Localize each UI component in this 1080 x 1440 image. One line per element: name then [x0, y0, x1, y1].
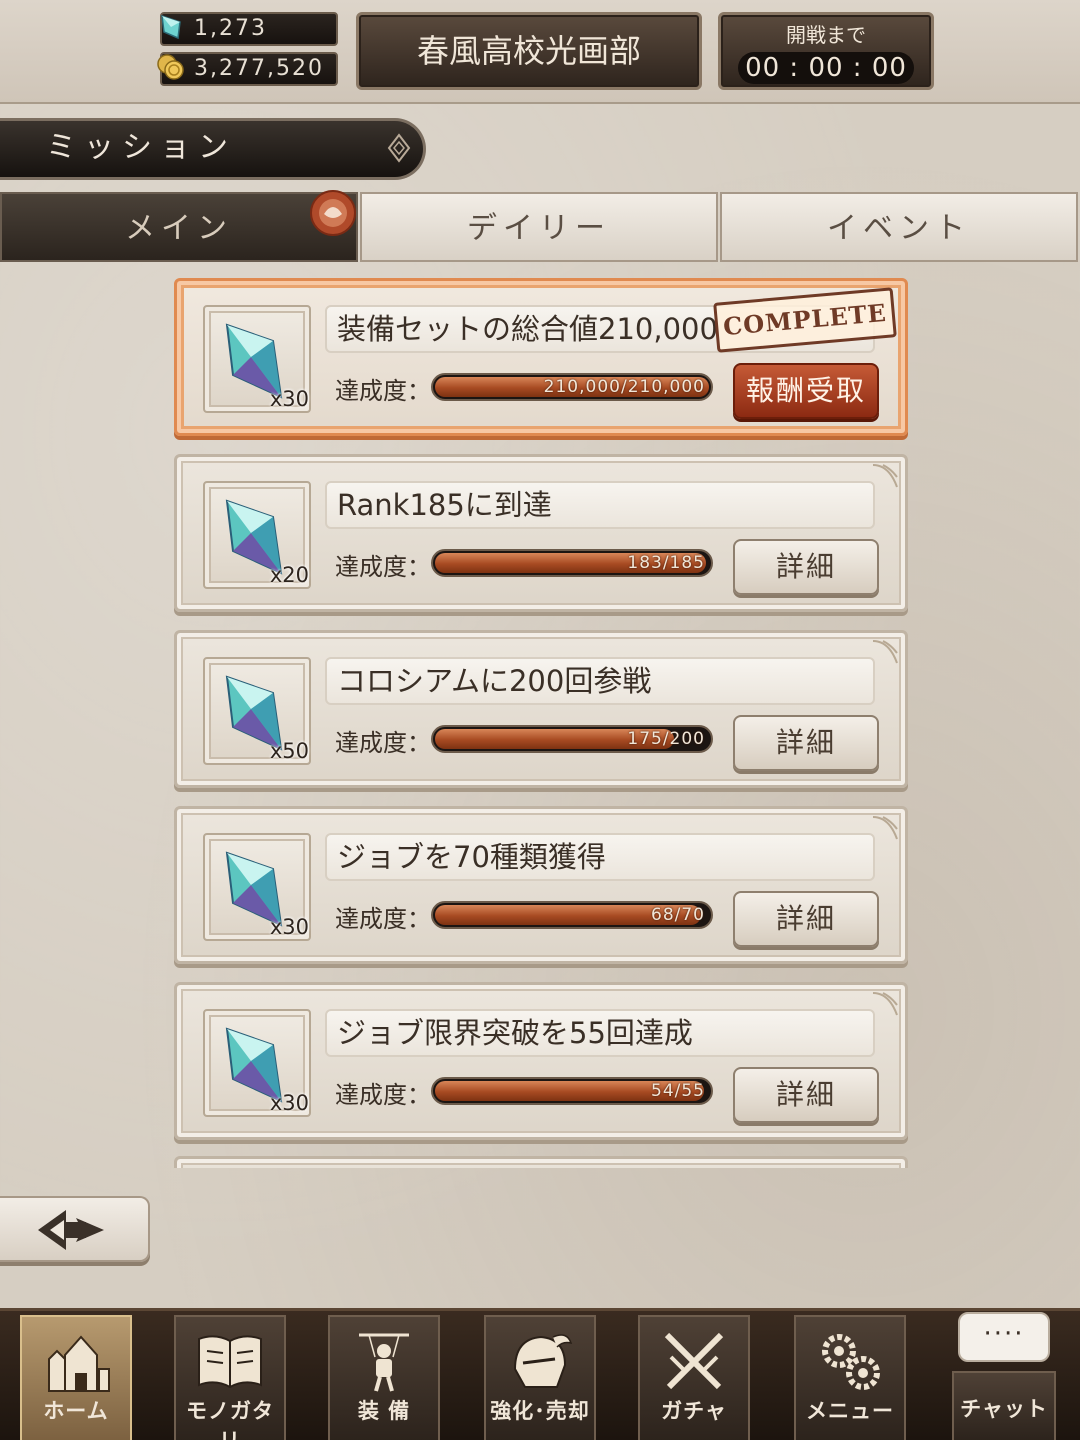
back-button[interactable]	[0, 1196, 150, 1262]
progress-label: 達成度：	[335, 1081, 431, 1109]
gem-icon	[161, 14, 181, 40]
reward-slot: x30	[203, 833, 311, 941]
guild-name-plate[interactable]: 春風高校光画部	[356, 12, 702, 90]
progress-bar: 183/185	[431, 549, 713, 577]
gold-counter: 3,277,520	[157, 52, 338, 86]
battle-timer: 開戦まで 00 : 00 : 00	[718, 12, 934, 90]
tab-event[interactable]: イベント	[720, 192, 1078, 262]
castle-icon	[48, 1335, 110, 1392]
progress-label: 達成度：	[335, 553, 431, 581]
tab-main[interactable]: メイン	[0, 192, 358, 262]
crossed-swords-icon	[664, 1332, 724, 1390]
mission-list[interactable]: x30 装備セットの総合値210,000 COMPLETE 達成度： 210,0…	[0, 270, 1080, 1168]
timer-value: 00 : 00 : 00	[738, 52, 914, 84]
mission-card: x20 Rank185に到達 達成度： 183/185 詳細	[174, 454, 908, 612]
progress-text: 54/55	[651, 1081, 705, 1101]
nav-gacha-label: ガチャ	[661, 1399, 727, 1423]
mission-card: x30 ジョブを70種類獲得 達成度： 68/70 詳細	[174, 806, 908, 964]
reward-slot: x30	[203, 305, 311, 413]
reward-quantity: x20	[269, 563, 309, 587]
progress-text: 175/200	[627, 729, 705, 749]
nav-enhance-label: 強化･売却	[490, 1399, 590, 1423]
notification-seal-icon	[310, 190, 356, 236]
nav-enhance[interactable]: 強化･売却	[484, 1315, 596, 1440]
reward-quantity: x50	[269, 739, 309, 763]
reward-quantity: x30	[269, 1091, 309, 1115]
nav-menu[interactable]: メニュー	[794, 1315, 906, 1440]
progress-label: 達成度：	[335, 377, 431, 405]
progress-label: 達成度：	[335, 729, 431, 757]
progress-label: 達成度：	[335, 905, 431, 933]
claim-reward-button[interactable]: 報酬受取	[733, 363, 879, 419]
progress-text: 183/185	[627, 553, 705, 573]
mission-tabs: メイン デイリー イベント	[0, 190, 1080, 262]
puppet-icon	[359, 1333, 409, 1392]
progress-bar: 54/55	[431, 1077, 713, 1105]
progress-bar: 210,000/210,000	[431, 373, 713, 401]
detail-button[interactable]: 詳細	[733, 891, 879, 947]
corner-ornament-icon	[872, 992, 898, 1016]
progress-bar: 68/70	[431, 901, 713, 929]
detail-button[interactable]: 詳細	[733, 715, 879, 771]
detail-button[interactable]: 詳細	[733, 1067, 879, 1123]
book-icon	[198, 1335, 262, 1389]
corner-ornament-icon	[872, 816, 898, 840]
mission-card-partial	[174, 1156, 908, 1168]
timer-label: 開戦まで	[786, 23, 866, 47]
bottom-nav: ホーム モノガタリ 装 備 強化･売却	[0, 1308, 1080, 1440]
top-bar: 1,273 3,277,520 春風高校光画部 開戦まで 00 : 00 : 0…	[0, 0, 1080, 104]
ornament-icon	[387, 133, 411, 163]
gem-counter: 1,273	[160, 12, 338, 46]
nav-story[interactable]: モノガタリ	[174, 1315, 286, 1440]
gears-icon	[822, 1334, 880, 1390]
reward-slot: x50	[203, 657, 311, 765]
helmet-icon	[513, 1334, 573, 1388]
reward-slot: x30	[203, 1009, 311, 1117]
progress-bar: 175/200	[431, 725, 713, 753]
detail-button[interactable]: 詳細	[733, 539, 879, 595]
progress-text: 210,000/210,000	[543, 377, 705, 397]
mission-title: コロシアムに200回参戦	[325, 657, 875, 705]
nav-gacha[interactable]: ガチャ	[638, 1315, 750, 1440]
mission-card: x30 装備セットの総合値210,000 COMPLETE 達成度： 210,0…	[174, 278, 908, 436]
nav-chat[interactable]: チャット	[952, 1371, 1056, 1440]
reward-slot: x20	[203, 481, 311, 589]
nav-chat-label: チャット	[960, 1397, 1048, 1421]
mission-title: ジョブ限界突破を55回達成	[325, 1009, 875, 1057]
corner-ornament-icon	[872, 640, 898, 664]
tab-daily[interactable]: デイリー	[360, 192, 718, 262]
chat-bubble-icon[interactable]: ····	[958, 1312, 1050, 1362]
mission-title: Rank185に到達	[325, 481, 875, 529]
nav-home[interactable]: ホーム	[20, 1315, 132, 1440]
nav-equip[interactable]: 装 備	[328, 1315, 440, 1440]
corner-ornament-icon	[872, 464, 898, 488]
nav-home-label: ホーム	[43, 1399, 109, 1423]
page-title-text: ミッション	[46, 130, 236, 165]
page-title: ミッション	[0, 118, 426, 180]
gold-count: 3,277,520	[194, 56, 324, 81]
gem-count: 1,273	[194, 16, 267, 41]
reward-quantity: x30	[269, 387, 309, 411]
nav-story-label: モノガタリ	[186, 1399, 274, 1440]
gold-coin-icon	[157, 54, 184, 80]
nav-menu-label: メニュー	[806, 1399, 894, 1423]
nav-equip-label: 装 備	[357, 1399, 411, 1423]
progress-text: 68/70	[651, 905, 705, 925]
reward-quantity: x30	[269, 915, 309, 939]
mission-title: ジョブを70種類獲得	[325, 833, 875, 881]
back-arrow-icon	[38, 1210, 104, 1250]
mission-card: x50 コロシアムに200回参戦 達成度： 175/200 詳細	[174, 630, 908, 788]
mission-card: x30 ジョブ限界突破を55回達成 達成度： 54/55 詳細	[174, 982, 908, 1140]
